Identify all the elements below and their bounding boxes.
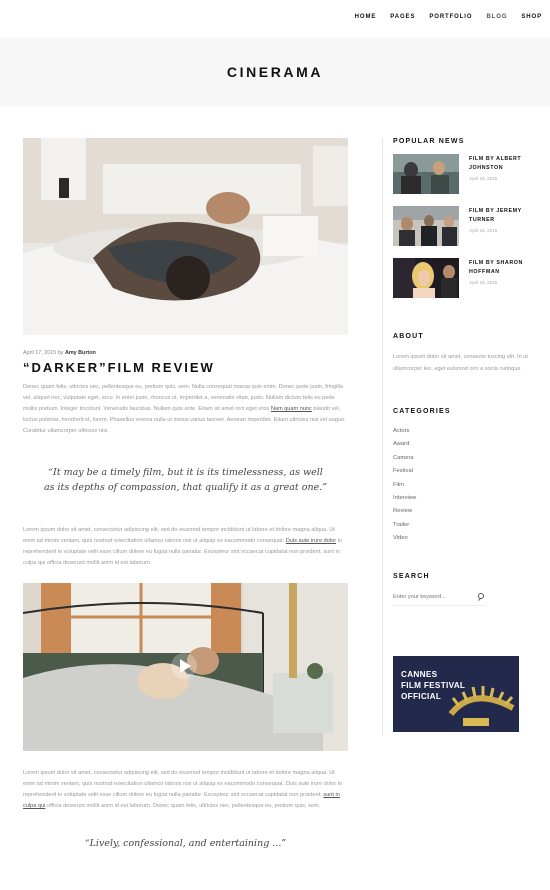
news-title[interactable]: FILM BY ALBERT JOHNSTON (469, 155, 533, 172)
news-thumb-image (393, 154, 459, 194)
news-thumb-image (393, 206, 459, 246)
post-paragraph: Donec quam felis, ultricies nec, pellent… (23, 382, 348, 437)
search-icon[interactable] (477, 592, 485, 601)
post-date: April 17, 2015 by (23, 350, 64, 356)
category-item[interactable]: Interview (393, 492, 533, 505)
category-item[interactable]: Review (393, 505, 533, 518)
search-title: SEARCH (393, 572, 430, 580)
news-thumb-image (393, 258, 459, 298)
banner-line: FILM FESTIVAL (401, 681, 466, 690)
category-item[interactable]: Festival (393, 465, 533, 478)
post-title[interactable]: “DARKER”FILM REVIEW (23, 360, 348, 375)
inline-link[interactable]: Duis aute irure dolor (286, 538, 336, 544)
post-featured-image[interactable] (23, 138, 348, 335)
category-item[interactable]: Award (393, 438, 533, 451)
news-thumbnail[interactable] (393, 258, 459, 298)
nav-shop[interactable]: SHOP (521, 14, 542, 20)
category-list: Actors Award Camera Festival Film Interv… (393, 425, 533, 546)
cannes-banner[interactable]: CANNES FILM FESTIVAL OFFICIAL (393, 656, 519, 732)
categories-title: CATEGORIES (393, 408, 451, 415)
category-item[interactable]: Video (393, 532, 533, 545)
news-thumbnail[interactable] (393, 206, 459, 246)
pull-quote: “It may be a timely film, but it is its … (43, 467, 328, 493)
banner-text: CANNES FILM FESTIVAL OFFICIAL (401, 669, 465, 702)
play-icon[interactable] (171, 653, 197, 679)
nav-blog[interactable]: BLOG (486, 14, 507, 20)
news-item[interactable]: FILM BY SHARON HOFFMAN April 16, 2015 (393, 258, 533, 298)
nav-pages[interactable]: PAGES (390, 14, 415, 20)
news-thumbnail[interactable] (393, 154, 459, 194)
category-item[interactable]: Film (393, 479, 533, 492)
news-title[interactable]: FILM BY SHARON HOFFMAN (469, 259, 533, 276)
search-input[interactable] (393, 593, 473, 600)
post-content: April 17, 2015 by Amy Burton “DARKER”FIL… (23, 138, 348, 851)
news-date: April 16, 2015 (469, 176, 498, 181)
bedroom-couple-photo (23, 138, 348, 335)
news-item[interactable]: FILM BY ALBERT JOHNSTON April 16, 2015 (393, 154, 533, 194)
post-video[interactable] (23, 583, 348, 751)
nav-portfolio[interactable]: PORTFOLIO (429, 14, 472, 20)
post-paragraph: Lorem ipsum dolor sit amet, consectetur … (23, 768, 348, 812)
search-box (393, 592, 485, 606)
post-meta: April 17, 2015 by Amy Burton (23, 350, 348, 356)
nav-home[interactable]: HOME (355, 14, 377, 20)
paragraph-text: officia deserunt mollit anim id est labo… (45, 803, 321, 809)
news-title[interactable]: FILM BY JEREMY TURNER (469, 207, 533, 224)
sidebar: POPULAR NEWS FILM BY ALBERT JOHNSTON Apr… (393, 138, 533, 606)
page-title: CINERAMA (226, 64, 324, 80)
banner-line: OFFICIAL (401, 692, 442, 701)
popular-news-title: POPULAR NEWS (393, 138, 465, 145)
post-author[interactable]: Amy Burton (65, 350, 96, 356)
news-date: April 16, 2015 (469, 228, 498, 233)
news-date: April 16, 2015 (469, 280, 498, 285)
category-item[interactable]: Actors (393, 425, 533, 438)
about-title: ABOUT (393, 333, 424, 340)
paragraph-text: Lorem ipsum dolor sit amet, consectetur … (23, 770, 343, 798)
news-item[interactable]: FILM BY JEREMY TURNER April 16, 2015 (393, 206, 533, 246)
post-paragraph: Lorem ipsum dolor sit amet, consectetur … (23, 525, 348, 569)
pull-quote: “Lively, confessional, and entertaining … (84, 838, 287, 849)
inline-link[interactable]: Nam quam nunc (271, 406, 312, 412)
about-text: Lorem ipsum dolor sit amet, consecte tus… (393, 354, 528, 372)
sidebar-divider (382, 138, 383, 736)
banner-line: CANNES (401, 670, 438, 679)
main-nav: HOME PAGES PORTFOLIO BLOG SHOP (341, 14, 542, 20)
page-title-band: CINERAMA (0, 38, 550, 106)
category-item[interactable]: Camera (393, 452, 533, 465)
category-item[interactable]: Trailer (393, 519, 533, 532)
